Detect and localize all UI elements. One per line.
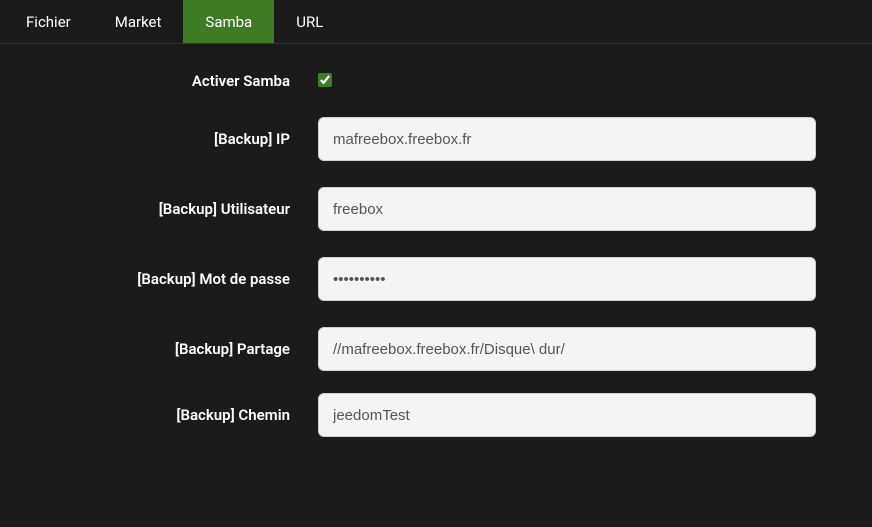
row-backup-share: [Backup] Partage bbox=[0, 327, 872, 371]
tab-url[interactable]: URL bbox=[274, 0, 345, 43]
samba-settings-form: Activer Samba [Backup] IP [Backup] Utili… bbox=[0, 44, 872, 437]
tab-bar: Fichier Market Samba URL bbox=[0, 0, 872, 44]
label-backup-path: [Backup] Chemin bbox=[0, 406, 318, 424]
input-backup-share[interactable] bbox=[318, 327, 816, 371]
label-backup-share: [Backup] Partage bbox=[0, 340, 318, 358]
label-backup-ip: [Backup] IP bbox=[0, 130, 318, 148]
tab-samba[interactable]: Samba bbox=[183, 0, 274, 43]
input-backup-user[interactable] bbox=[318, 187, 816, 231]
row-backup-ip: [Backup] IP bbox=[0, 117, 872, 161]
input-backup-path[interactable] bbox=[318, 393, 816, 437]
row-backup-path: [Backup] Chemin bbox=[0, 393, 872, 437]
row-backup-user: [Backup] Utilisateur bbox=[0, 187, 872, 231]
tab-market[interactable]: Market bbox=[93, 0, 184, 43]
label-backup-password: [Backup] Mot de passe bbox=[0, 270, 318, 288]
checkbox-activate-samba[interactable] bbox=[318, 73, 332, 87]
tab-fichier[interactable]: Fichier bbox=[4, 0, 93, 43]
label-activate-samba: Activer Samba bbox=[0, 72, 318, 90]
label-backup-user: [Backup] Utilisateur bbox=[0, 200, 318, 218]
input-backup-password[interactable] bbox=[318, 257, 816, 301]
row-activate-samba: Activer Samba bbox=[0, 70, 872, 91]
input-backup-ip[interactable] bbox=[318, 117, 816, 161]
row-backup-password: [Backup] Mot de passe bbox=[0, 257, 872, 301]
